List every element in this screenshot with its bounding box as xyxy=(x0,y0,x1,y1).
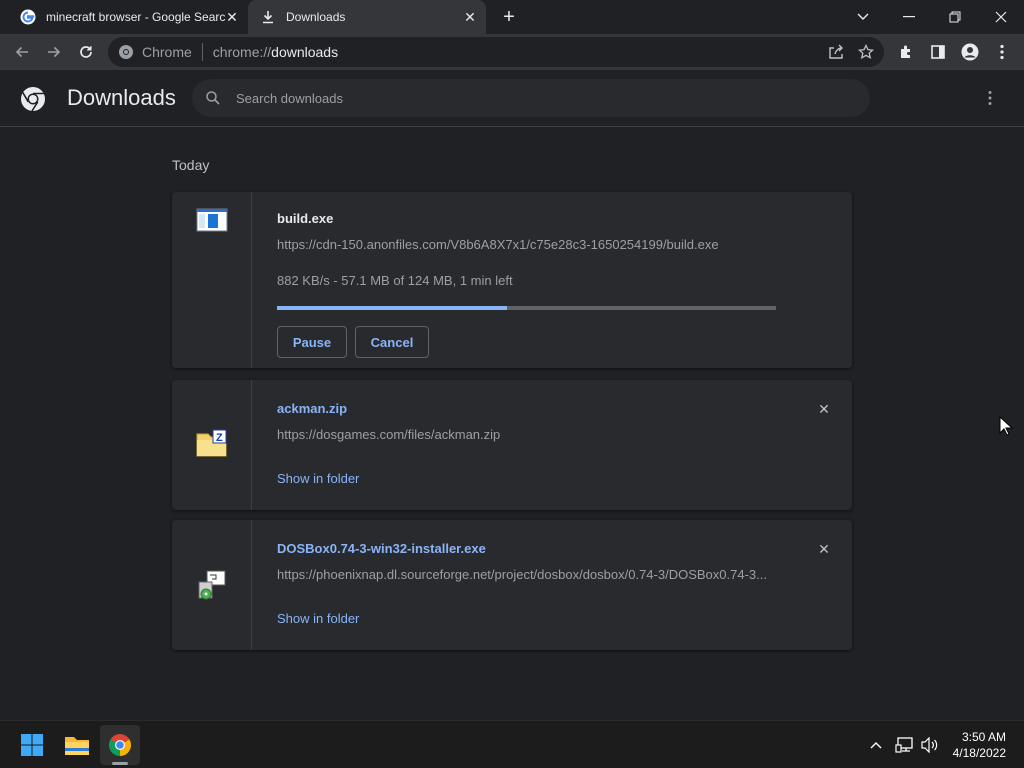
icon-column xyxy=(172,192,252,368)
active-indicator xyxy=(112,762,128,765)
remove-item-icon[interactable]: ✕ xyxy=(816,401,832,417)
cancel-button[interactable]: Cancel xyxy=(355,326,429,358)
show-in-folder-link[interactable]: Show in folder xyxy=(277,611,359,626)
chrome-logo-icon xyxy=(20,86,46,117)
icon-column xyxy=(172,520,252,650)
file-url[interactable]: https://dosgames.com/files/ackman.zip xyxy=(277,427,777,442)
exe-window-icon xyxy=(196,208,228,240)
minimize-icon[interactable] xyxy=(886,0,932,34)
new-tab-icon[interactable]: + xyxy=(498,6,520,28)
close-tab-icon[interactable]: ✕ xyxy=(224,9,240,25)
progress-bar xyxy=(277,306,776,310)
download-icon xyxy=(260,9,276,25)
remove-item-icon[interactable]: ✕ xyxy=(816,541,832,557)
file-name-link[interactable]: DOSBox0.74-3-win32-installer.exe xyxy=(277,541,486,556)
chrome-logo-icon xyxy=(119,45,133,59)
search-icon xyxy=(206,91,220,105)
installer-icon xyxy=(196,570,228,602)
download-status: 882 KB/s - 57.1 MB of 124 MB, 1 min left xyxy=(277,273,513,288)
tab-strip: minecraft browser - Google Search ✕ Down… xyxy=(0,0,1024,34)
volume-icon[interactable] xyxy=(920,735,940,755)
file-url[interactable]: https://cdn-150.anonfiles.com/V8b6A8X7x1… xyxy=(277,237,777,252)
file-url[interactable]: https://phoenixnap.dl.sourceforge.net/pr… xyxy=(277,567,777,582)
close-window-icon[interactable] xyxy=(978,0,1024,34)
tab-search-icon[interactable] xyxy=(840,0,886,34)
network-icon[interactable] xyxy=(894,735,914,755)
chip-label: Chrome xyxy=(142,44,192,60)
close-tab-icon[interactable]: ✕ xyxy=(462,9,478,25)
tab-downloads[interactable]: Downloads ✕ xyxy=(248,0,486,34)
tab-title: Downloads xyxy=(286,10,346,24)
search-downloads-input[interactable]: Search downloads xyxy=(192,79,870,117)
side-panel-icon[interactable] xyxy=(926,40,950,64)
chrome-chip: Chrome xyxy=(118,44,192,60)
icon-column: Z xyxy=(172,380,252,510)
page-title: Downloads xyxy=(67,85,176,110)
file-name[interactable]: build.exe xyxy=(277,211,333,226)
url-host: downloads xyxy=(271,44,339,60)
download-item: build.exe https://cdn-150.anonfiles.com/… xyxy=(172,192,852,368)
extensions-icon[interactable] xyxy=(894,40,918,64)
profile-avatar-icon[interactable] xyxy=(958,40,982,64)
tab-google-search[interactable]: minecraft browser - Google Search ✕ xyxy=(8,0,248,34)
zip-folder-icon: Z xyxy=(196,428,228,460)
share-icon[interactable] xyxy=(828,44,844,63)
downloads-header: Downloads Search downloads xyxy=(0,70,1024,127)
chrome-menu-icon[interactable] xyxy=(990,40,1014,64)
browser-toolbar: Chrome chrome://downloads xyxy=(0,34,1024,70)
url-scheme: chrome:// xyxy=(212,44,272,60)
file-name-link[interactable]: ackman.zip xyxy=(277,401,347,416)
reload-icon[interactable] xyxy=(74,40,98,64)
show-in-folder-link[interactable]: Show in folder xyxy=(277,471,359,486)
more-actions-icon[interactable] xyxy=(982,90,998,111)
divider xyxy=(201,43,203,61)
bookmark-star-icon[interactable] xyxy=(857,43,875,63)
date-section-label: Today xyxy=(172,157,210,173)
restore-icon[interactable] xyxy=(932,0,978,34)
search-placeholder: Search downloads xyxy=(236,90,343,106)
google-g-icon xyxy=(20,9,36,25)
chrome-taskbar-icon[interactable] xyxy=(100,725,140,765)
windows-taskbar: 3:50 AM 4/18/2022 xyxy=(0,720,1024,768)
mouse-cursor-icon xyxy=(999,415,1014,436)
pause-button[interactable]: Pause xyxy=(277,326,347,358)
download-item: DOSBox0.74-3-win32-installer.exe ✕ https… xyxy=(172,520,852,650)
system-clock[interactable]: 3:50 AM 4/18/2022 xyxy=(953,729,1006,761)
address-bar[interactable]: Chrome chrome://downloads xyxy=(108,37,884,67)
clock-date: 4/18/2022 xyxy=(952,746,1006,760)
progress-fill xyxy=(277,306,507,310)
clock-time: 3:50 AM xyxy=(961,730,1006,744)
svg-text:Z: Z xyxy=(216,432,223,444)
forward-icon[interactable] xyxy=(42,40,66,64)
tab-title: minecraft browser - Google Search xyxy=(46,10,226,24)
start-windows-icon[interactable] xyxy=(12,725,52,765)
file-explorer-icon[interactable] xyxy=(57,725,97,765)
download-item: Z ackman.zip ✕ https://dosgames.com/file… xyxy=(172,380,852,510)
back-icon[interactable] xyxy=(10,40,34,64)
show-hidden-icons-icon[interactable] xyxy=(866,735,886,755)
